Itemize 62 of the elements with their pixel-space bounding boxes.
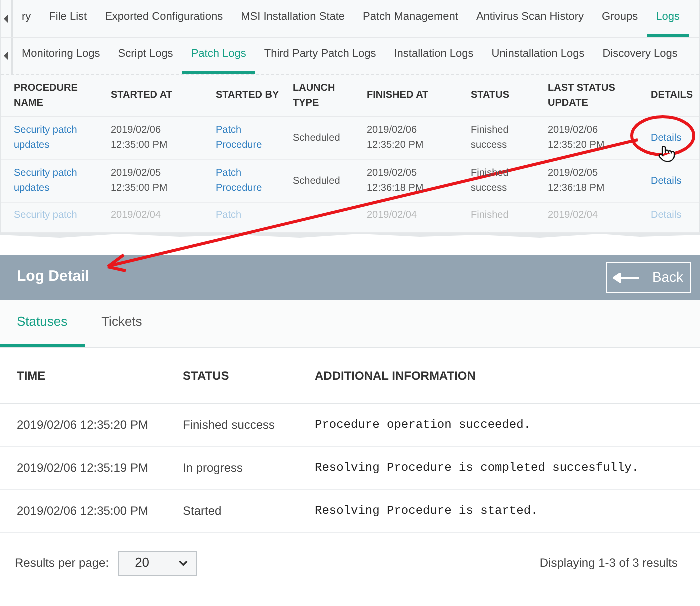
- table-link[interactable]: Details: [651, 130, 699, 146]
- column-header: FINISHED AT: [367, 89, 430, 103]
- column-header: ADDITIONAL INFORMATION: [315, 368, 477, 384]
- column-header: PROCEDURE NAME: [14, 82, 79, 110]
- table-cell-text: Resolving Procedure is completed succesfully.: [315, 460, 640, 477]
- table-cell-text: 2019/02/04: [111, 209, 162, 223]
- table-link[interactable]: Security patch updates: [14, 123, 94, 153]
- column-header: LAUNCH TYPE: [293, 82, 336, 110]
- table-cell-text: 2019/02/06 12:35:20 PM: [548, 124, 606, 153]
- tab[interactable]: Monitoring Logs: [13, 38, 110, 74]
- table-link[interactable]: Details: [651, 174, 699, 188]
- tab[interactable]: ry: [13, 0, 40, 37]
- tab[interactable]: Patch Management: [354, 0, 468, 37]
- table-cell-text: In progress: [183, 460, 244, 477]
- table-cell-text: Finished success: [471, 124, 510, 153]
- tab[interactable]: Antivirus Scan History: [467, 0, 594, 37]
- tab[interactable]: MSI Installation State: [232, 0, 354, 37]
- column-header: STATUS: [471, 89, 511, 103]
- hand-pointer-icon: [658, 145, 676, 163]
- table-cell-text: 2019/02/06 12:35:20 PM: [17, 417, 150, 434]
- results-per-page-select[interactable]: 20: [118, 550, 198, 576]
- tab[interactable]: Exported Configurations: [96, 0, 232, 37]
- left-arrow-icon: [613, 272, 640, 282]
- table-cell-text: Scheduled: [293, 132, 342, 146]
- tab[interactable]: Discovery Logs: [594, 38, 687, 74]
- table-cell-text: 2019/02/06 12:35:00 PM: [111, 124, 169, 153]
- column-header: STARTED BY: [216, 89, 280, 103]
- table-link[interactable]: Patch Procedure: [216, 123, 293, 153]
- log-detail-title: Log Detail: [17, 267, 90, 288]
- left-caret-icon: [4, 14, 8, 22]
- tab[interactable]: Installation Logs: [385, 38, 483, 74]
- tab[interactable]: File List: [40, 0, 96, 37]
- table-link[interactable]: Security patch updates: [14, 166, 94, 196]
- column-header: TIME: [17, 368, 47, 384]
- results-summary: Displaying 1-3 of 3 results: [540, 555, 678, 572]
- table-cell-text: 2019/02/05 12:35:00 PM: [111, 167, 169, 196]
- tab[interactable]: Tickets: [84, 300, 160, 347]
- highlight-ellipse: [630, 115, 696, 157]
- table-cell-text: Scheduled: [293, 174, 342, 188]
- results-per-page-label: Results per page:: [15, 555, 110, 572]
- table-link[interactable]: Patch Procedure: [216, 166, 293, 196]
- table-cell-text: Finished: [471, 209, 510, 223]
- table-cell-text: 2019/02/06 12:35:20 PM: [367, 124, 425, 153]
- tab[interactable]: Groups: [593, 0, 648, 37]
- column-header: LAST STATUS UPDATE: [548, 82, 616, 110]
- table-cell-text: 2019/02/06 12:35:00 PM: [17, 503, 150, 520]
- tab[interactable]: Uninstallation Logs: [482, 38, 594, 74]
- table-cell-text: 2019/02/04: [367, 209, 418, 223]
- column-header: STARTED AT: [111, 89, 174, 103]
- table-cell-text: 2019/02/05 12:36:18 PM: [367, 167, 425, 196]
- table-cell-text: 2019/02/06 12:35:19 PM: [17, 460, 150, 477]
- table-cell-text: Procedure operation succeeded.: [315, 417, 532, 434]
- table-cell-text: Finished success: [183, 417, 276, 434]
- left-caret-icon: [4, 52, 8, 60]
- column-header: STATUS: [183, 368, 230, 384]
- tab[interactable]: Third Party Patch Logs: [255, 38, 386, 74]
- table-cell-text: Resolving Procedure is started.: [315, 503, 540, 520]
- table-cell-text: 2019/02/04: [548, 209, 600, 223]
- table-cell-text: Started: [183, 503, 223, 520]
- column-header: DETAILS: [651, 89, 694, 103]
- table-cell-text: 2019/02/05 12:36:18 PM: [548, 167, 606, 196]
- tab[interactable]: Script Logs: [109, 38, 182, 74]
